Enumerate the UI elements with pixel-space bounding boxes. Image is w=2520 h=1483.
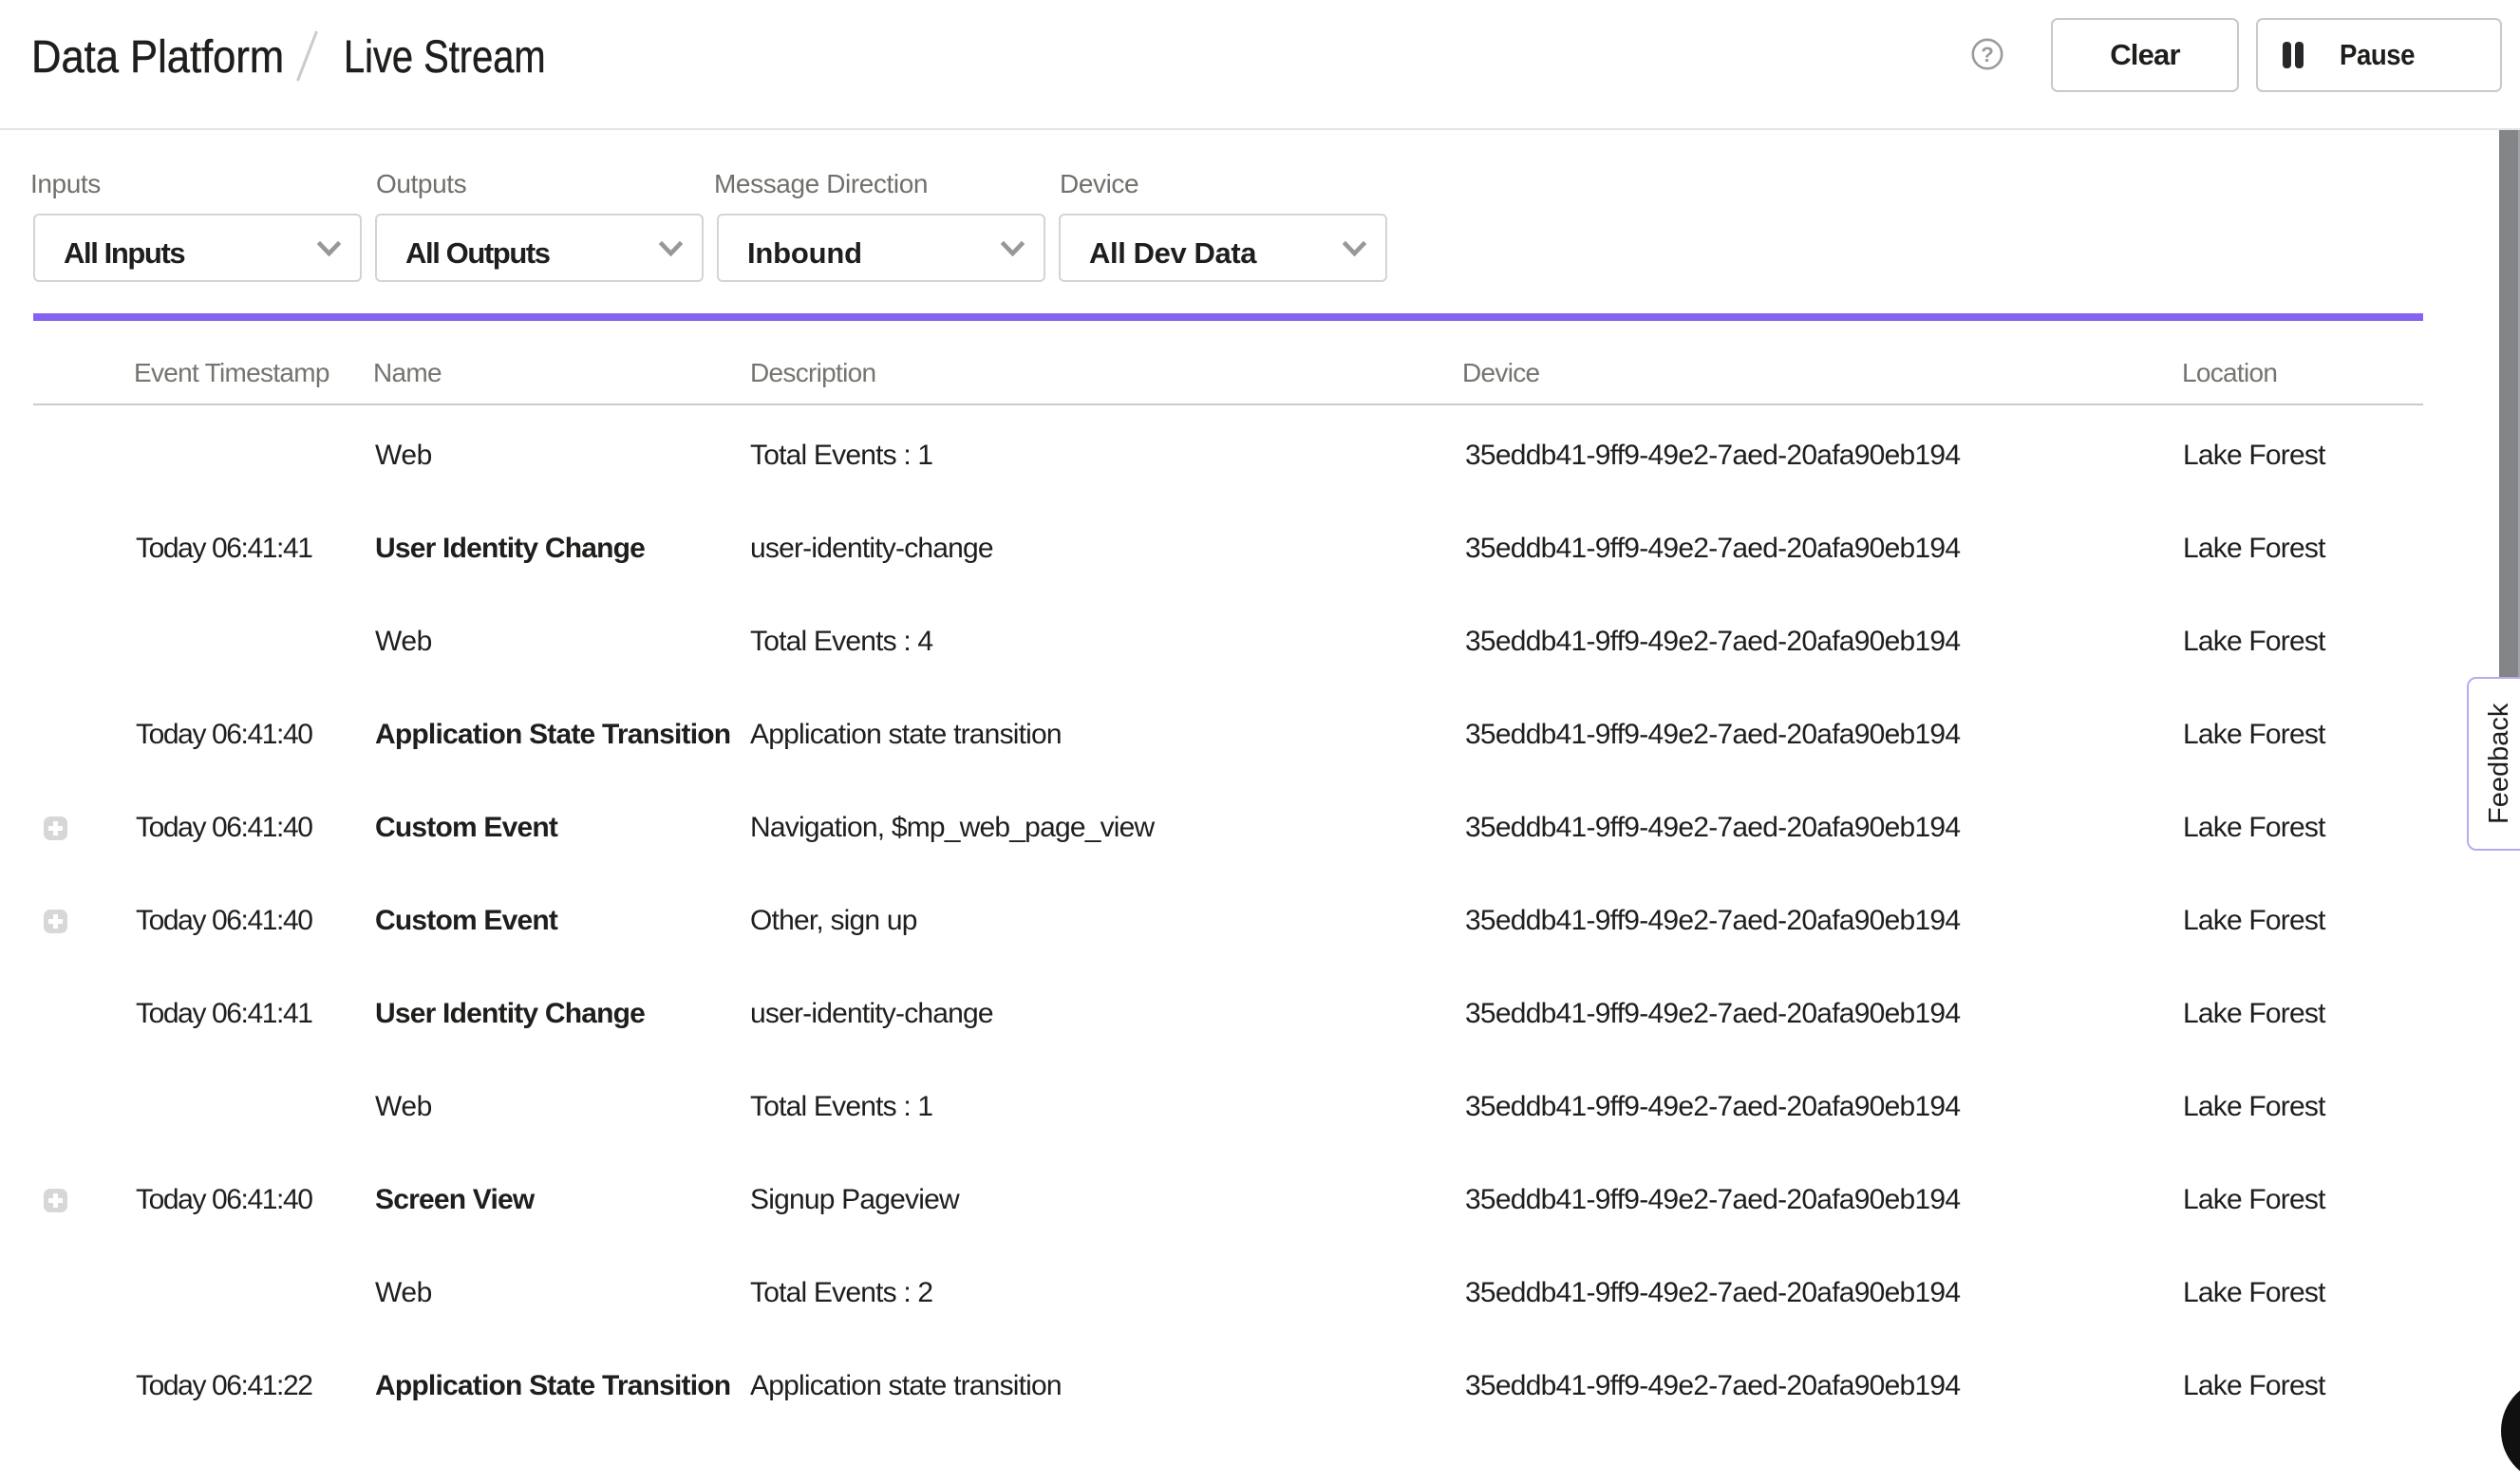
svg-text:?: ? — [1981, 43, 1994, 66]
